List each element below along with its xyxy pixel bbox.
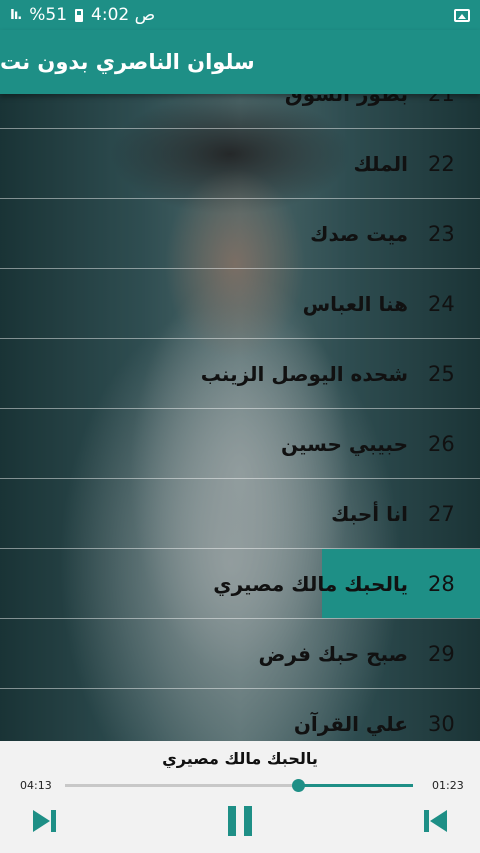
track-title: الملك	[353, 151, 408, 176]
elapsed-time: 01:23	[432, 779, 464, 792]
track-row[interactable]: هنا العباس 24	[0, 269, 480, 339]
track-row[interactable]: صبح حبك فرض 29	[0, 619, 480, 689]
track-list[interactable]: بطور الشوق 21 الملك 22 ميت صدك 23 هنا العباس 24…	[0, 94, 480, 741]
track-row[interactable]: شحده اليوصل الزينب 25	[0, 339, 480, 409]
track-number: 30	[428, 711, 455, 736]
track-title: حبيبي حسين	[280, 431, 408, 456]
status-bar: 4:02 ص %51 Iı.	[0, 0, 480, 30]
track-title: علي القرآن	[293, 711, 408, 736]
skip-next-button[interactable]	[30, 806, 60, 836]
track-row[interactable]: بطور الشوق 21	[0, 94, 480, 129]
track-number: 24	[428, 291, 455, 316]
track-number: 26	[428, 431, 455, 456]
track-title: بطور الشوق	[285, 94, 408, 106]
track-row[interactable]: ميت صدك 23	[0, 199, 480, 269]
track-number: 23	[428, 221, 455, 246]
track-title: صبح حبك فرض	[258, 641, 408, 666]
status-indicators: 4:02 ص %51 Iı.	[10, 5, 155, 25]
track-row[interactable]: علي القرآن 30	[0, 689, 480, 741]
pause-button[interactable]	[225, 806, 255, 836]
player-panel: يالحبك مالك مصيري 04:13 01:23	[0, 741, 480, 853]
track-number: 21	[428, 94, 468, 106]
track-title: ميت صدك	[310, 221, 408, 246]
track-title: هنا العباس	[302, 291, 408, 316]
skip-previous-icon	[424, 810, 447, 832]
track-title: يالحبك مالك مصيري	[213, 571, 408, 596]
track-number: 28	[428, 571, 455, 596]
pause-icon	[228, 806, 252, 836]
seek-bar[interactable]	[65, 779, 413, 792]
seek-progress	[298, 784, 413, 787]
app-title: سلوان الناصري بدون نت	[0, 30, 480, 94]
track-list-area[interactable]: بطور الشوق 21 الملك 22 ميت صدك 23 هنا العباس 24…	[0, 94, 480, 741]
battery-icon	[75, 8, 84, 22]
track-title: شحده اليوصل الزينب	[200, 361, 408, 386]
track-row[interactable]: الملك 22	[0, 129, 480, 199]
total-time: 04:13	[20, 779, 52, 792]
track-number: 25	[428, 361, 455, 386]
seek-thumb[interactable]	[292, 779, 306, 792]
track-row[interactable]: حبيبي حسين 26	[0, 409, 480, 479]
track-number: 29	[428, 641, 455, 666]
gallery-icon	[454, 8, 470, 22]
skip-previous-button[interactable]	[420, 806, 450, 836]
track-title: انا أحبك	[331, 501, 408, 526]
now-playing-title: يالحبك مالك مصيري	[162, 749, 318, 768]
battery-level: %51	[29, 5, 68, 25]
track-number: 22	[428, 151, 455, 176]
signal-icon: Iı.	[10, 7, 22, 23]
track-row-active[interactable]: يالحبك مالك مصيري 28	[0, 549, 480, 619]
track-number: 27	[428, 501, 455, 526]
skip-next-icon	[33, 810, 56, 832]
clock: 4:02 ص	[91, 5, 156, 25]
track-row[interactable]: انا أحبك 27	[0, 479, 480, 549]
